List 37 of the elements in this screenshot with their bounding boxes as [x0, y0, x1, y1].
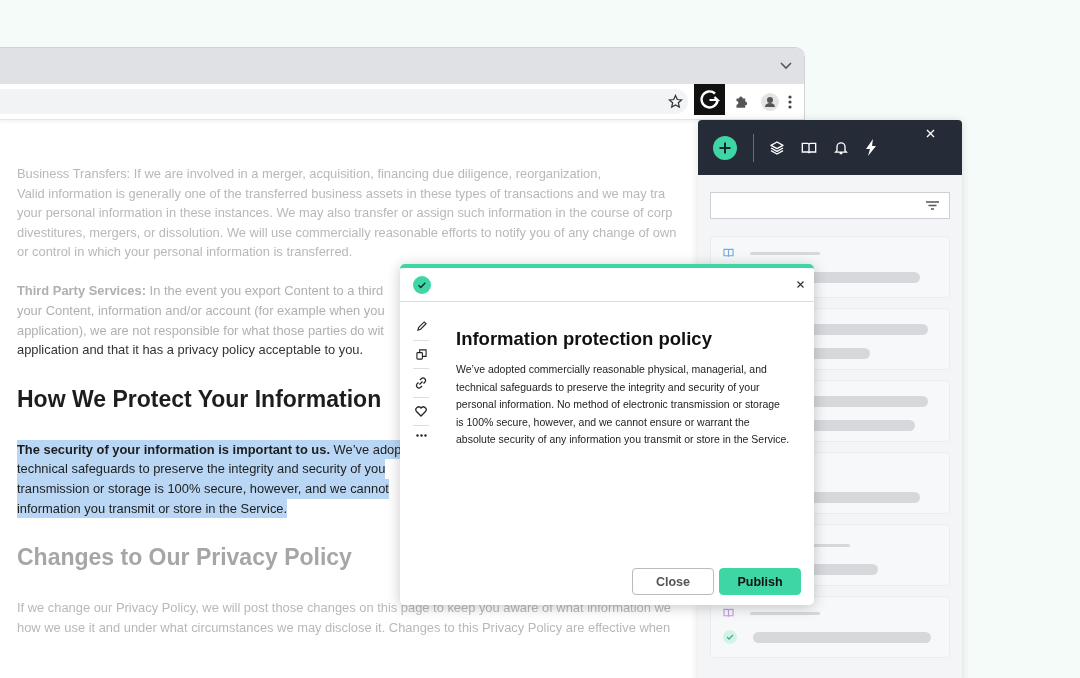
- layers-icon[interactable]: [769, 139, 785, 156]
- section-heading: Changes to Our Privacy Policy: [17, 543, 352, 573]
- text-line: Valid information is generally one of the transferred business assets in these types of transactions and we may tra: [17, 184, 666, 203]
- menu-icon[interactable]: [788, 94, 792, 109]
- text-line: how we use it and under what circumstances we may disclose it. Changes to this Privacy Policy are effective when: [17, 618, 671, 637]
- text-line: your Content, information and/or account (for example when you: [17, 302, 385, 321]
- publish-button[interactable]: Publish: [719, 568, 801, 595]
- heart-icon[interactable]: [415, 406, 427, 417]
- lightning-icon[interactable]: [865, 139, 877, 156]
- close-icon[interactable]: [797, 281, 804, 288]
- puzzle-icon[interactable]: [734, 94, 749, 109]
- book-icon: [723, 608, 734, 618]
- text-line: your personal information in these instances. We may also transfer or assign such information in the course of corp: [17, 204, 673, 223]
- pencil-icon[interactable]: [415, 321, 427, 332]
- text-line: application and that it has a privacy policy acceptable to you.: [17, 341, 364, 360]
- section-heading: How We Protect Your Information: [17, 384, 382, 414]
- filter-icon[interactable]: [926, 201, 939, 210]
- extension-logo-icon[interactable]: [694, 83, 725, 115]
- star-icon[interactable]: [668, 94, 683, 109]
- text-line: application), we are not responsible for what those parties do wit: [17, 321, 384, 340]
- close-button[interactable]: Close: [632, 568, 714, 595]
- book-icon: [723, 248, 734, 258]
- copy-icon[interactable]: [415, 349, 427, 360]
- dialog-title: Information protection policy: [456, 328, 713, 350]
- chevron-down-icon[interactable]: [780, 62, 792, 70]
- text-line: or control in which your personal information is transferred.: [17, 243, 353, 262]
- text-line: Business Transfers: If we are involved in a merger, acquisition, financing due diligence, reorganization,: [17, 165, 601, 183]
- add-icon[interactable]: [713, 135, 737, 160]
- profile-icon[interactable]: [761, 92, 779, 111]
- text-line: divestitures, mergers, or dissolution. We will use commercially reasonable efforts to notify you of any change of own: [17, 223, 677, 242]
- link-icon[interactable]: [415, 377, 427, 389]
- dialog-body-text: We’ve adopted commercially reasonable physical, managerial, and technical safeguards to preserve the integrity and security of your personal information. No method of electronic transmission or storage is 100% secure, however, and we cannot ensure or warrant the absolute security of any information you transmit or store in the Service.: [456, 362, 790, 447]
- more-icon[interactable]: [415, 434, 427, 437]
- bell-icon[interactable]: [833, 139, 849, 156]
- check-icon: [723, 630, 737, 644]
- search-field[interactable]: [710, 192, 950, 219]
- text-line: Third Party Services: In the event you export Content to a third: [17, 282, 384, 301]
